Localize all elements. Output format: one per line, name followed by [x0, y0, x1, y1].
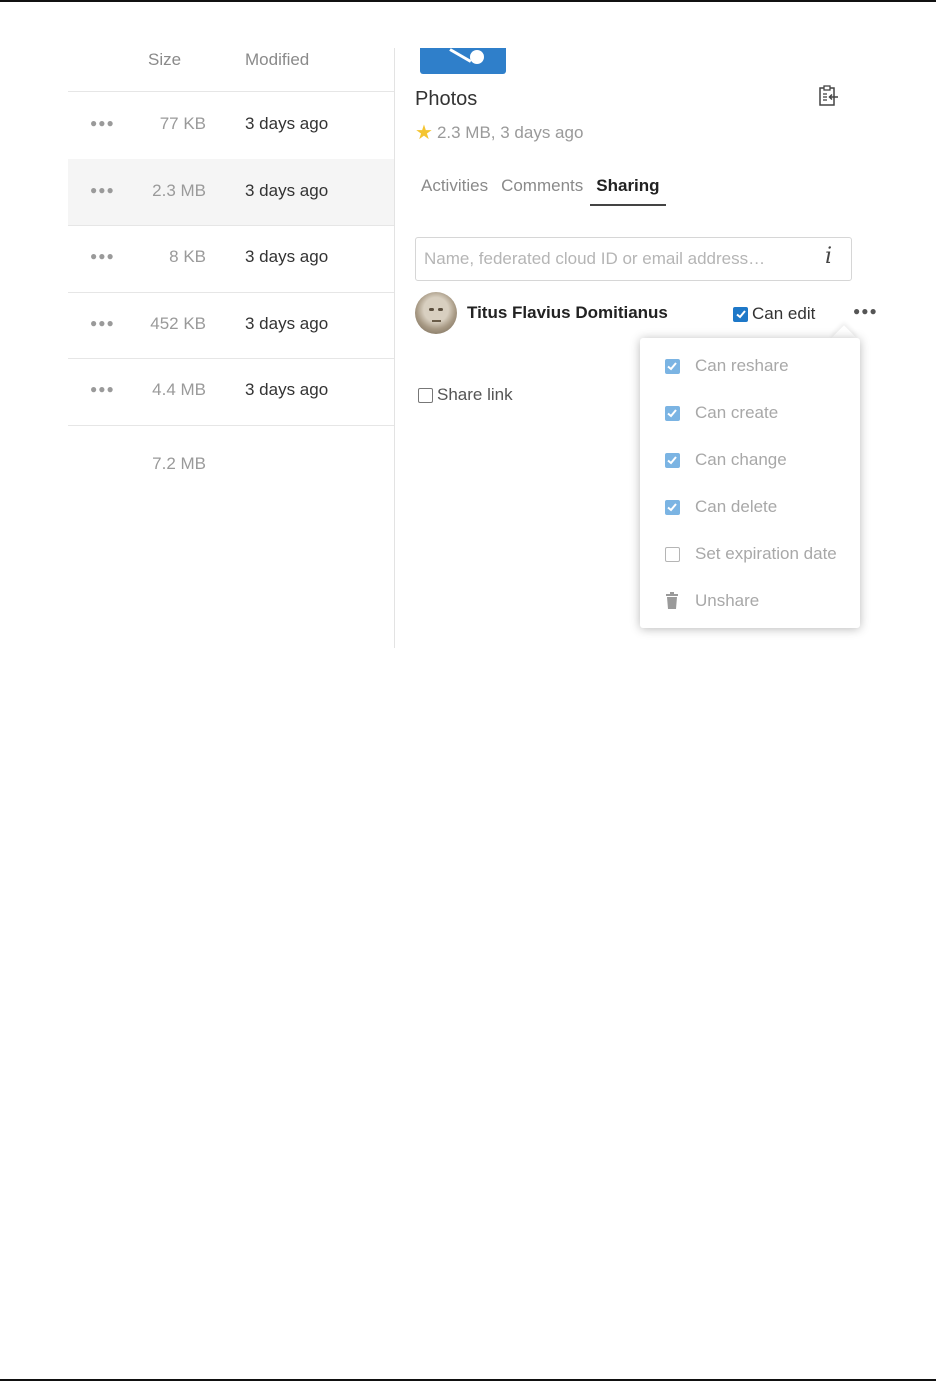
table-row[interactable]: ●●● 2.3 MB 3 days ago	[68, 158, 394, 225]
row-size: 2.3 MB	[152, 180, 206, 200]
share-link-label: Share link	[437, 385, 513, 404]
row-size: 8 KB	[169, 247, 206, 267]
can-edit-checkbox[interactable]: Can edit	[733, 304, 815, 324]
tab-sharing[interactable]: Sharing	[590, 176, 666, 206]
avatar-eye	[438, 308, 443, 311]
sidebar-tabs: Activities Comments Sharing	[421, 176, 679, 206]
tab-activities[interactable]: Activities	[421, 176, 488, 206]
star-icon[interactable]: ★	[415, 120, 433, 145]
row-modified: 3 days ago	[245, 114, 329, 133]
more-dots-icon[interactable]: ●●●	[90, 316, 115, 330]
more-dots-icon[interactable]: ●●●	[90, 116, 115, 130]
row-size: 77 KB	[159, 114, 206, 133]
more-dots-icon[interactable]: ●●●	[90, 382, 115, 396]
clipboard-icon[interactable]	[817, 85, 839, 107]
checkbox-checked-icon[interactable]	[664, 358, 680, 374]
table-row[interactable]: ●●● 8 KB 3 days ago	[68, 225, 394, 291]
checkbox-unchecked-icon[interactable]	[664, 546, 680, 562]
share-icon-line	[449, 48, 472, 63]
can-edit-label: Can edit	[752, 304, 816, 323]
menu-item-can-reshare[interactable]: Can reshare	[664, 351, 789, 381]
row-modified: 3 days ago	[245, 313, 329, 333]
avatar-eye	[429, 308, 434, 311]
menu-item-label: Unshare	[695, 591, 760, 610]
menu-item-can-delete[interactable]: Can delete	[664, 492, 777, 522]
share-link-checkbox[interactable]: Share link	[418, 385, 513, 405]
file-meta-text: 2.3 MB, 3 days ago	[436, 122, 584, 142]
share-search-input[interactable]	[415, 237, 852, 281]
trash-icon	[666, 592, 678, 609]
menu-item-can-create[interactable]: Can create	[664, 398, 778, 428]
row-modified: 3 days ago	[245, 247, 329, 267]
row-modified: 3 days ago	[245, 380, 329, 400]
more-dots-icon[interactable]: ●●●	[90, 183, 115, 197]
menu-item-label: Can create	[695, 403, 779, 422]
table-row[interactable]: ●●● 452 KB 3 days ago	[68, 292, 394, 358]
divider	[68, 425, 394, 426]
row-size: 4.4 MB	[152, 380, 206, 400]
bottom-rule	[0, 1379, 936, 1381]
row-size: 452 KB	[150, 313, 206, 333]
share-user-name: Titus Flavius Domitianus	[467, 303, 668, 322]
more-dots-icon[interactable]: ●●●	[90, 249, 115, 263]
folder-thumbnail	[420, 48, 506, 74]
menu-item-can-change[interactable]: Can change	[664, 445, 787, 475]
avatar-mouth	[432, 320, 441, 322]
share-entry: Titus Flavius Domitianus Can edit ●●●	[415, 292, 877, 334]
total-size: 7.2 MB	[152, 454, 206, 473]
menu-item-label: Can change	[695, 450, 787, 469]
menu-item-set-expiration-date[interactable]: Set expiration date	[664, 539, 837, 569]
table-row[interactable]: ●●● 77 KB 3 days ago	[68, 92, 394, 158]
checkbox-checked-icon[interactable]	[733, 306, 748, 322]
checkbox-checked-icon[interactable]	[664, 452, 680, 468]
file-title: Photos	[415, 88, 478, 110]
column-header-size[interactable]: Size	[148, 50, 181, 70]
table-row[interactable]: ●●● 4.4 MB 3 days ago	[68, 358, 394, 424]
permissions-popover: Can reshare Can create Can change Can de…	[640, 338, 860, 628]
checkbox-unchecked-icon[interactable]	[418, 387, 433, 403]
checkbox-checked-icon[interactable]	[664, 405, 680, 421]
checkbox-checked-icon[interactable]	[664, 499, 680, 515]
row-modified: 3 days ago	[245, 180, 329, 200]
file-meta: ★ 2.3 MB, 3 days ago	[415, 120, 583, 145]
menu-item-label: Can reshare	[695, 356, 789, 375]
avatar	[415, 292, 457, 334]
share-icon-node	[470, 50, 484, 64]
more-dots-icon[interactable]: ●●●	[853, 304, 878, 318]
tab-comments[interactable]: Comments	[501, 176, 583, 206]
menu-item-label: Set expiration date	[695, 544, 837, 563]
info-icon[interactable]: i	[825, 244, 832, 269]
menu-item-label: Can delete	[695, 497, 778, 516]
menu-item-unshare[interactable]: Unshare	[664, 586, 759, 616]
column-header-modified[interactable]: Modified	[245, 50, 309, 70]
